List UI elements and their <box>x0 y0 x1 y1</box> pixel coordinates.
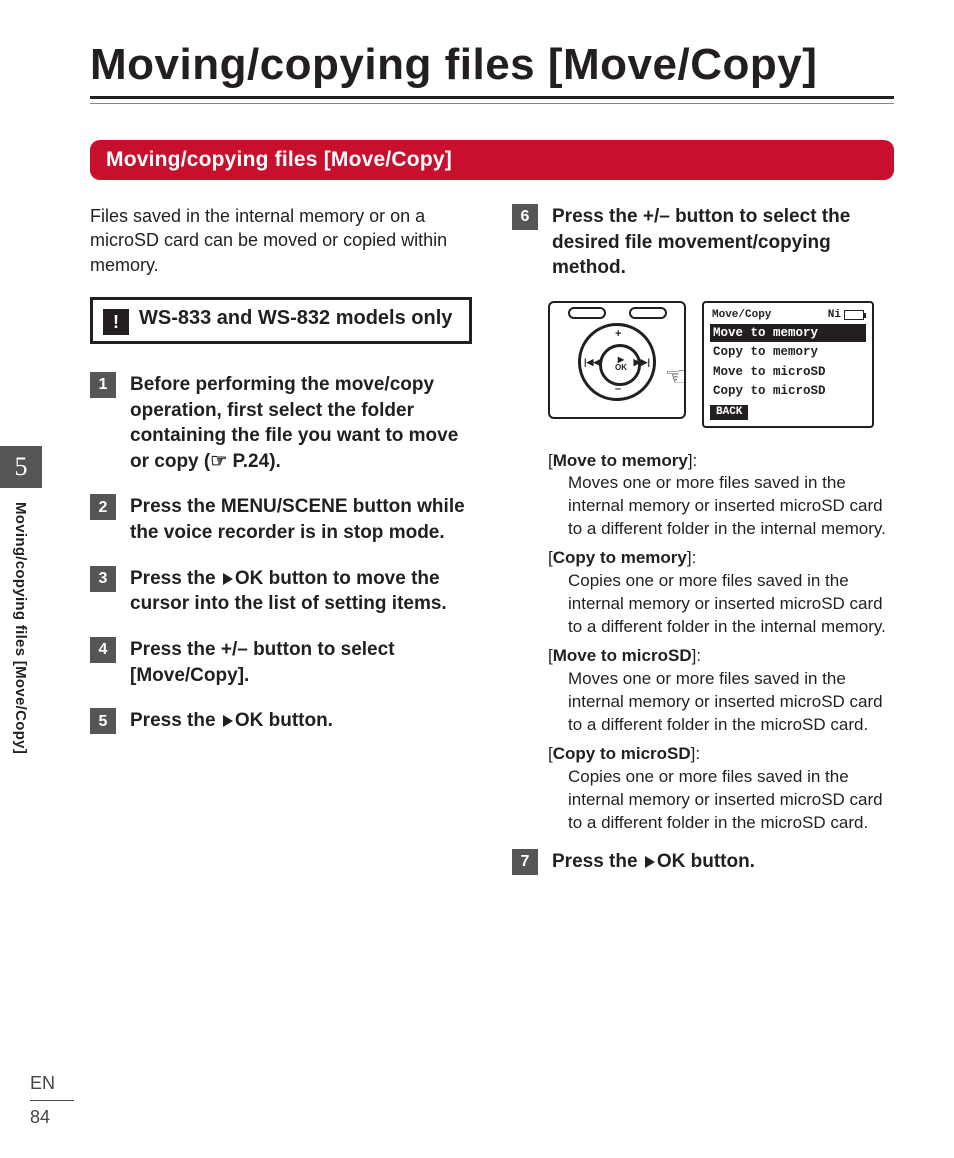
term-text: Move to memory <box>553 451 688 470</box>
chapter-number: 5 <box>0 446 42 488</box>
text: Press the <box>130 710 221 731</box>
button-ref: OK <box>235 710 264 731</box>
button-ref: – <box>237 639 248 660</box>
exclamation-icon: ! <box>103 309 129 335</box>
step-number: 3 <box>90 566 116 592</box>
ok-label: ▶OK <box>609 356 633 372</box>
menu-value: Move/Copy <box>136 665 237 686</box>
lcd-option: Copy to memory <box>710 343 866 361</box>
button-ref: OK <box>657 851 686 872</box>
text: button. <box>685 851 755 872</box>
step-6: 6 Press the +/– button to select the des… <box>512 204 894 281</box>
step-number: 1 <box>90 372 116 398</box>
def-desc: Moves one or more files saved in the int… <box>568 472 894 541</box>
step-number: 7 <box>512 849 538 875</box>
step-3: 3 Press the OK button to move the cursor… <box>90 566 472 617</box>
step-7: 7 Press the OK button. <box>512 849 894 875</box>
lcd-ni-label: Ni <box>828 308 841 322</box>
step-text: Press the OK button to move the cursor i… <box>130 566 472 617</box>
step-text: Press the +/– button to select the desir… <box>552 204 894 281</box>
def-desc: Copies one or more files saved in the in… <box>568 570 894 639</box>
page-title: Moving/copying files [Move/Copy] <box>90 40 894 90</box>
title-underline <box>90 103 894 104</box>
step-number: 6 <box>512 204 538 230</box>
text: Press the <box>552 851 643 872</box>
play-icon <box>223 573 233 585</box>
battery-icon <box>844 310 864 320</box>
page-ref: ☞ P.24 <box>210 451 269 472</box>
page-footer: EN 84 <box>30 1073 74 1129</box>
button-ref: + <box>221 639 232 660</box>
definitions-list: [Move to memory]: Moves one or more file… <box>548 450 894 835</box>
right-column: 6 Press the +/– button to select the des… <box>512 204 894 895</box>
step-text: Before performing the move/copy operatio… <box>130 372 472 475</box>
def-term: [Move to memory]: <box>548 450 894 473</box>
term-text: Copy to microSD <box>553 744 691 763</box>
text: Press the <box>130 568 221 589</box>
term-text: Copy to memory <box>553 548 687 567</box>
side-tab-label: Moving/copying files [Move/Copy] <box>12 502 29 754</box>
device-illustration: ▶OK + – |◀◀ ▶▶| ☜ <box>548 301 686 419</box>
def-desc: Copies one or more files saved in the in… <box>568 766 894 835</box>
step-5: 5 Press the OK button. <box>90 708 472 734</box>
intro-text: Files saved in the internal memory or on… <box>90 204 472 277</box>
model-notice-text: WS-833 and WS-832 models only <box>139 306 452 331</box>
text: Press the <box>130 496 221 517</box>
step-text: Press the OK button. <box>552 849 755 875</box>
footer-lang: EN <box>30 1073 74 1094</box>
model-notice-box: ! WS-833 and WS-832 models only <box>90 297 472 344</box>
pointing-hand-icon: ☜ <box>665 359 686 394</box>
text: Before performing the move/copy operatio… <box>130 374 458 472</box>
section-heading-bar: Moving/copying files [Move/Copy] <box>90 140 894 180</box>
text: ]. <box>238 665 250 686</box>
left-column: Files saved in the internal memory or on… <box>90 204 472 895</box>
step-text: Press the +/– button to select [Move/Cop… <box>130 637 472 688</box>
footer-page-number: 84 <box>30 1107 74 1128</box>
step-text: Press the OK button. <box>130 708 333 734</box>
def-desc: Moves one or more files saved in the int… <box>568 668 894 737</box>
button-ref: MENU/SCENE <box>221 496 348 517</box>
step-number: 4 <box>90 637 116 663</box>
text: Press the <box>130 639 221 660</box>
step-2: 2 Press the MENU/SCENE button while the … <box>90 494 472 545</box>
play-icon <box>645 856 655 868</box>
text: Press the <box>552 206 643 227</box>
text: button. <box>263 710 333 731</box>
step-number: 2 <box>90 494 116 520</box>
lcd-back-label: BACK <box>710 405 748 419</box>
illustration-row: ▶OK + – |◀◀ ▶▶| ☜ Move/Copy Ni <box>548 301 894 428</box>
title-rule <box>90 96 894 99</box>
def-term: [Copy to microSD]: <box>548 743 894 766</box>
side-tab: 5 Moving/copying files [Move/Copy] <box>0 446 42 754</box>
step-4: 4 Press the +/– button to select [Move/C… <box>90 637 472 688</box>
step-text: Press the MENU/SCENE button while the vo… <box>130 494 472 545</box>
button-ref: + <box>643 206 654 227</box>
step-1: 1 Before performing the move/copy operat… <box>90 372 472 475</box>
def-term: [Copy to memory]: <box>548 547 894 570</box>
lcd-option-selected: Move to memory <box>710 324 866 342</box>
button-ref: OK <box>235 568 264 589</box>
play-icon <box>223 715 233 727</box>
def-term: [Move to microSD]: <box>548 645 894 668</box>
lcd-title: Move/Copy <box>712 308 771 322</box>
step-number: 5 <box>90 708 116 734</box>
text: ). <box>269 451 281 472</box>
button-ref: – <box>659 206 670 227</box>
lcd-screen: Move/Copy Ni Move to memory Copy to memo… <box>702 301 874 428</box>
lcd-option: Move to microSD <box>710 363 866 381</box>
footer-rule <box>30 1100 74 1102</box>
term-text: Move to microSD <box>553 646 692 665</box>
lcd-option: Copy to microSD <box>710 382 866 400</box>
